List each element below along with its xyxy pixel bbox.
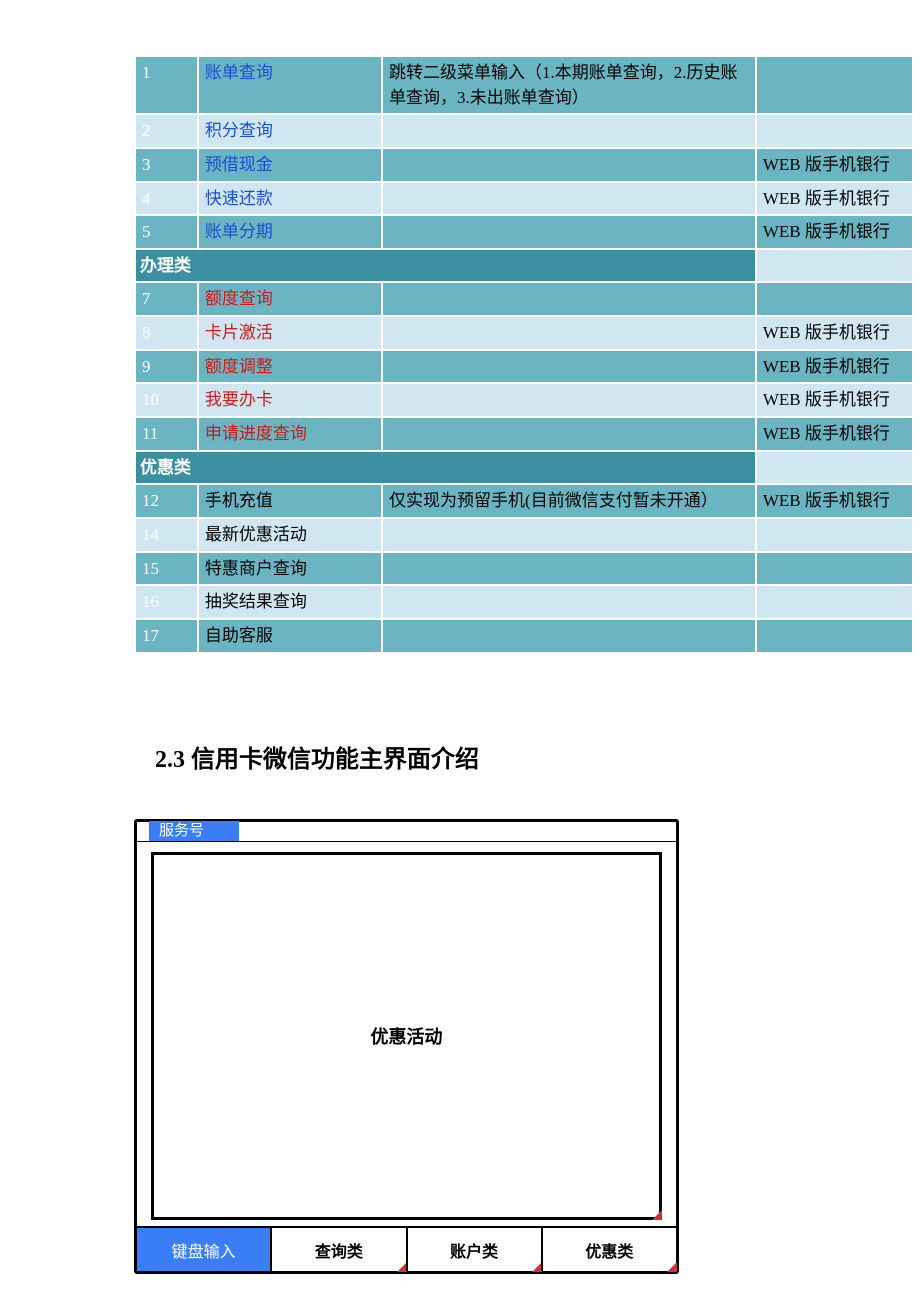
row-desc [382,585,756,619]
row-name: 申请进度查询 [198,417,382,451]
row-desc: 跳转二级菜单输入（1.本期账单查询，2.历史账单查询，3.未出账单查询） [382,56,756,114]
section-heading: 2.3 信用卡微信功能主界面介绍 [155,739,920,774]
section-header: 办理类 [135,249,756,283]
row-index: 9 [135,350,198,384]
row-desc [382,383,756,417]
row-channel [756,518,913,552]
table-row: 14最新优惠活动 [135,518,913,552]
row-channel [756,282,913,316]
row-index: 2 [135,114,198,148]
table-row: 17自助客服 [135,619,913,653]
table-row: 10我要办卡 WEB 版手机银行 [135,383,913,417]
row-channel [756,56,913,114]
row-desc [382,182,756,216]
mockup-bottom-query[interactable]: 查询类 [270,1228,405,1271]
row-index: 1 [135,56,198,114]
table-row: 7额度查询 [135,282,913,316]
row-index: 17 [135,619,198,653]
row-index: 4 [135,182,198,216]
wechat-ui-mockup: 服务号 优惠活动 键盘输入 查询类 账户类 优惠类 [134,819,679,1274]
row-channel: WEB 版手机银行 [756,182,913,216]
row-index: 16 [135,585,198,619]
table-row: 12手机充值仅实现为预留手机(目前微信支付暂未开通）WEB 版手机银行 [135,484,913,518]
row-desc [382,619,756,653]
table-row: 3预借现金 WEB 版手机银行 [135,148,913,182]
row-name: 额度调整 [198,350,382,384]
mockup-header-tab: 服务号 [149,821,239,841]
mockup-bottom-account[interactable]: 账户类 [406,1228,541,1271]
mockup-bottom-promo[interactable]: 优惠类 [541,1228,676,1271]
row-name: 账单查询 [198,56,382,114]
row-name: 最新优惠活动 [198,518,382,552]
table-row: 15特惠商户查询 [135,552,913,586]
table-row: 4快速还款 WEB 版手机银行 [135,182,913,216]
row-index: 5 [135,215,198,249]
row-channel [756,585,913,619]
table-row: 5账单分期 WEB 版手机银行 [135,215,913,249]
row-desc [382,114,756,148]
row-name: 账单分期 [198,215,382,249]
table-row: 9额度调整 WEB 版手机银行 [135,350,913,384]
mockup-content-area: 优惠活动 [151,852,662,1220]
row-name: 自助客服 [198,619,382,653]
row-index: 12 [135,484,198,518]
row-index: 15 [135,552,198,586]
row-name: 预借现金 [198,148,382,182]
row-channel: WEB 版手机银行 [756,383,913,417]
mockup-content-label: 优惠活动 [371,1023,443,1049]
row-channel: WEB 版手机银行 [756,484,913,518]
table-row: 8卡片激活 WEB 版手机银行 [135,316,913,350]
row-name: 卡片激活 [198,316,382,350]
table-row: 办理类 [135,249,913,283]
row-channel [756,619,913,653]
row-desc [382,282,756,316]
row-index: 10 [135,383,198,417]
row-channel: WEB 版手机银行 [756,148,913,182]
row-channel: WEB 版手机银行 [756,417,913,451]
row-desc [382,350,756,384]
row-channel: WEB 版手机银行 [756,215,913,249]
row-name: 特惠商户查询 [198,552,382,586]
row-index: 3 [135,148,198,182]
row-desc [382,316,756,350]
mockup-bottom-bar: 键盘输入 查询类 账户类 优惠类 [137,1226,676,1271]
row-desc [382,148,756,182]
row-desc [382,518,756,552]
row-name: 快速还款 [198,182,382,216]
row-desc [382,552,756,586]
row-channel [756,114,913,148]
table-row: 11申请进度查询 WEB 版手机银行 [135,417,913,451]
row-name: 额度查询 [198,282,382,316]
row-name: 抽奖结果查询 [198,585,382,619]
row-channel: WEB 版手机银行 [756,350,913,384]
row-desc [382,417,756,451]
row-index: 8 [135,316,198,350]
table-row: 16抽奖结果查询 [135,585,913,619]
section-header: 优惠类 [135,451,756,485]
feature-table: 1账单查询跳转二级菜单输入（1.本期账单查询，2.历史账单查询，3.未出账单查询… [134,55,914,654]
row-channel: WEB 版手机银行 [756,316,913,350]
table-row: 1账单查询跳转二级菜单输入（1.本期账单查询，2.历史账单查询，3.未出账单查询… [135,56,913,114]
section-tail-cell [756,249,913,283]
row-name: 我要办卡 [198,383,382,417]
section-tail-cell [756,451,913,485]
table-row: 优惠类 [135,451,913,485]
row-desc [382,215,756,249]
row-index: 14 [135,518,198,552]
row-desc: 仅实现为预留手机(目前微信支付暂未开通） [382,484,756,518]
table-row: 2积分查询 [135,114,913,148]
mockup-bottom-keyboard[interactable]: 键盘输入 [137,1228,270,1271]
row-channel [756,552,913,586]
row-name: 手机充值 [198,484,382,518]
row-name: 积分查询 [198,114,382,148]
row-index: 7 [135,282,198,316]
row-index: 11 [135,417,198,451]
